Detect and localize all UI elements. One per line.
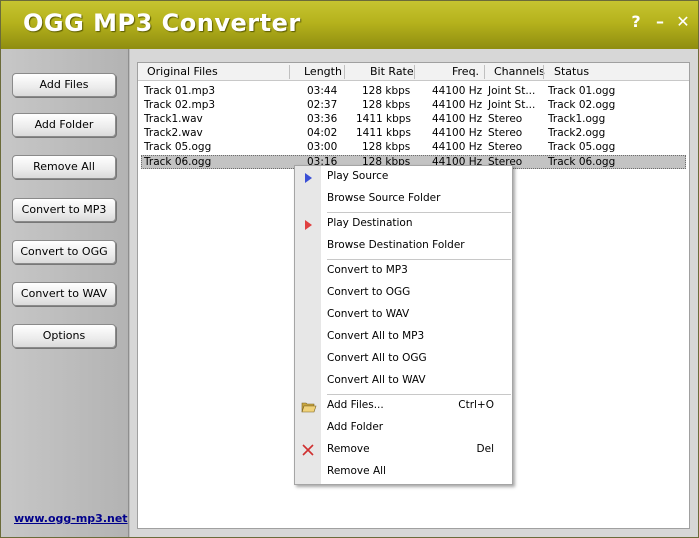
file-length: 03:00 [307, 141, 338, 153]
menu-convert-to-mp3[interactable]: Convert to MP3 [327, 264, 408, 276]
file-channels: Stereo [488, 127, 523, 139]
file-freq: 44100 Hz [432, 99, 483, 111]
menu-play-destination[interactable]: Play Destination [327, 217, 413, 229]
table-row[interactable]: Track 01.mp3 03:44 128 kbps 44100 Hz Joi… [141, 85, 686, 99]
remove-x-icon [302, 444, 314, 459]
file-bitrate: 1411 kbps [356, 127, 411, 139]
convert-to-mp3-button[interactable]: Convert to MP3 [12, 198, 116, 222]
file-freq: 44100 Hz [432, 141, 483, 153]
file-status: Track 05.ogg [548, 141, 616, 153]
file-bitrate: 1411 kbps [356, 113, 411, 125]
file-channels: Joint St... [488, 85, 536, 97]
app-window: OGG MP3 Converter ? – ✕ Add Files Add Fo… [0, 0, 699, 538]
menu-convert-all-to-mp3[interactable]: Convert All to MP3 [327, 330, 424, 342]
convert-to-ogg-button[interactable]: Convert to OGG [12, 240, 116, 264]
column-freq[interactable]: Freq. [452, 65, 479, 78]
menu-convert-to-ogg[interactable]: Convert to OGG [327, 286, 410, 298]
file-bitrate: 128 kbps [362, 85, 411, 97]
file-channels: Stereo [488, 113, 523, 125]
remove-all-button[interactable]: Remove All [12, 155, 116, 179]
file-channels: Stereo [488, 141, 523, 153]
file-length: 04:02 [307, 127, 338, 139]
list-header: Original Files Length Bit Rate Freq. Cha… [138, 63, 689, 81]
play-red-icon [303, 219, 313, 234]
menu-separator [327, 212, 511, 213]
menu-convert-all-to-wav[interactable]: Convert All to WAV [327, 374, 426, 386]
table-row[interactable]: Track1.wav 03:36 1411 kbps 44100 Hz Ster… [141, 113, 686, 127]
app-title: OGG MP3 Converter [23, 9, 301, 37]
column-divider[interactable] [543, 65, 544, 79]
column-divider[interactable] [289, 65, 290, 79]
menu-icon-gutter [295, 166, 321, 484]
file-name: Track 05.ogg [144, 141, 212, 153]
column-length[interactable]: Length [304, 65, 342, 78]
shortcut-ctrl-o: Ctrl+O [458, 399, 494, 411]
menu-browse-destination-folder[interactable]: Browse Destination Folder [327, 239, 465, 251]
file-channels: Joint St... [488, 99, 536, 111]
menu-browse-source-folder[interactable]: Browse Source Folder [327, 192, 440, 204]
table-row[interactable]: Track 05.ogg 03:00 128 kbps 44100 Hz Ste… [141, 141, 686, 155]
file-bitrate: 128 kbps [362, 99, 411, 111]
menu-play-source[interactable]: Play Source [327, 170, 388, 182]
close-icon[interactable]: ✕ [674, 13, 692, 31]
column-divider[interactable] [484, 65, 485, 79]
file-name: Track1.wav [144, 113, 203, 125]
file-bitrate: 128 kbps [362, 141, 411, 153]
file-length: 03:44 [307, 85, 338, 97]
file-status: Track1.ogg [548, 113, 606, 125]
file-freq: 44100 Hz [432, 85, 483, 97]
file-name: Track 02.mp3 [144, 99, 216, 111]
help-icon[interactable]: ? [627, 13, 645, 31]
options-button[interactable]: Options [12, 324, 116, 348]
file-status: Track 06.ogg [548, 156, 616, 168]
menu-separator [327, 259, 511, 260]
file-status: Track2.ogg [548, 127, 606, 139]
column-divider[interactable] [344, 65, 345, 79]
file-status: Track 01.ogg [548, 85, 616, 97]
table-row[interactable]: Track 02.mp3 02:37 128 kbps 44100 Hz Joi… [141, 99, 686, 113]
file-freq: 44100 Hz [432, 127, 483, 139]
menu-remove-all[interactable]: Remove All [327, 465, 386, 477]
title-bar[interactable]: OGG MP3 Converter ? – ✕ [1, 1, 698, 49]
sidebar: Add Files Add Folder Remove All Convert … [1, 49, 129, 537]
menu-add-files[interactable]: Add Files... [327, 399, 384, 411]
open-folder-icon [301, 400, 317, 417]
convert-to-wav-button[interactable]: Convert to WAV [12, 282, 116, 306]
menu-remove[interactable]: Remove [327, 443, 370, 455]
column-divider[interactable] [414, 65, 415, 79]
add-files-button[interactable]: Add Files [12, 73, 116, 97]
file-length: 02:37 [307, 99, 338, 111]
file-freq: 44100 Hz [432, 113, 483, 125]
file-length: 03:36 [307, 113, 338, 125]
file-name: Track2.wav [144, 127, 203, 139]
add-folder-button[interactable]: Add Folder [12, 113, 116, 137]
shortcut-del: Del [476, 443, 494, 455]
file-name: Track 01.mp3 [144, 85, 216, 97]
context-menu: Play Source Browse Source Folder Play De… [294, 165, 513, 485]
column-channels[interactable]: Channels [494, 65, 545, 78]
file-status: Track 02.ogg [548, 99, 616, 111]
play-blue-icon [303, 172, 313, 187]
column-status[interactable]: Status [554, 65, 589, 78]
minimize-icon[interactable]: – [651, 13, 669, 31]
column-bit-rate[interactable]: Bit Rate [370, 65, 414, 78]
file-name: Track 06.ogg [144, 156, 212, 168]
menu-convert-to-wav[interactable]: Convert to WAV [327, 308, 409, 320]
menu-add-folder[interactable]: Add Folder [327, 421, 383, 433]
table-row[interactable]: Track2.wav 04:02 1411 kbps 44100 Hz Ster… [141, 127, 686, 141]
column-original-files[interactable]: Original Files [147, 65, 218, 78]
website-link[interactable]: www.ogg-mp3.net [14, 512, 128, 525]
menu-convert-all-to-ogg[interactable]: Convert All to OGG [327, 352, 427, 364]
menu-separator [327, 394, 511, 395]
